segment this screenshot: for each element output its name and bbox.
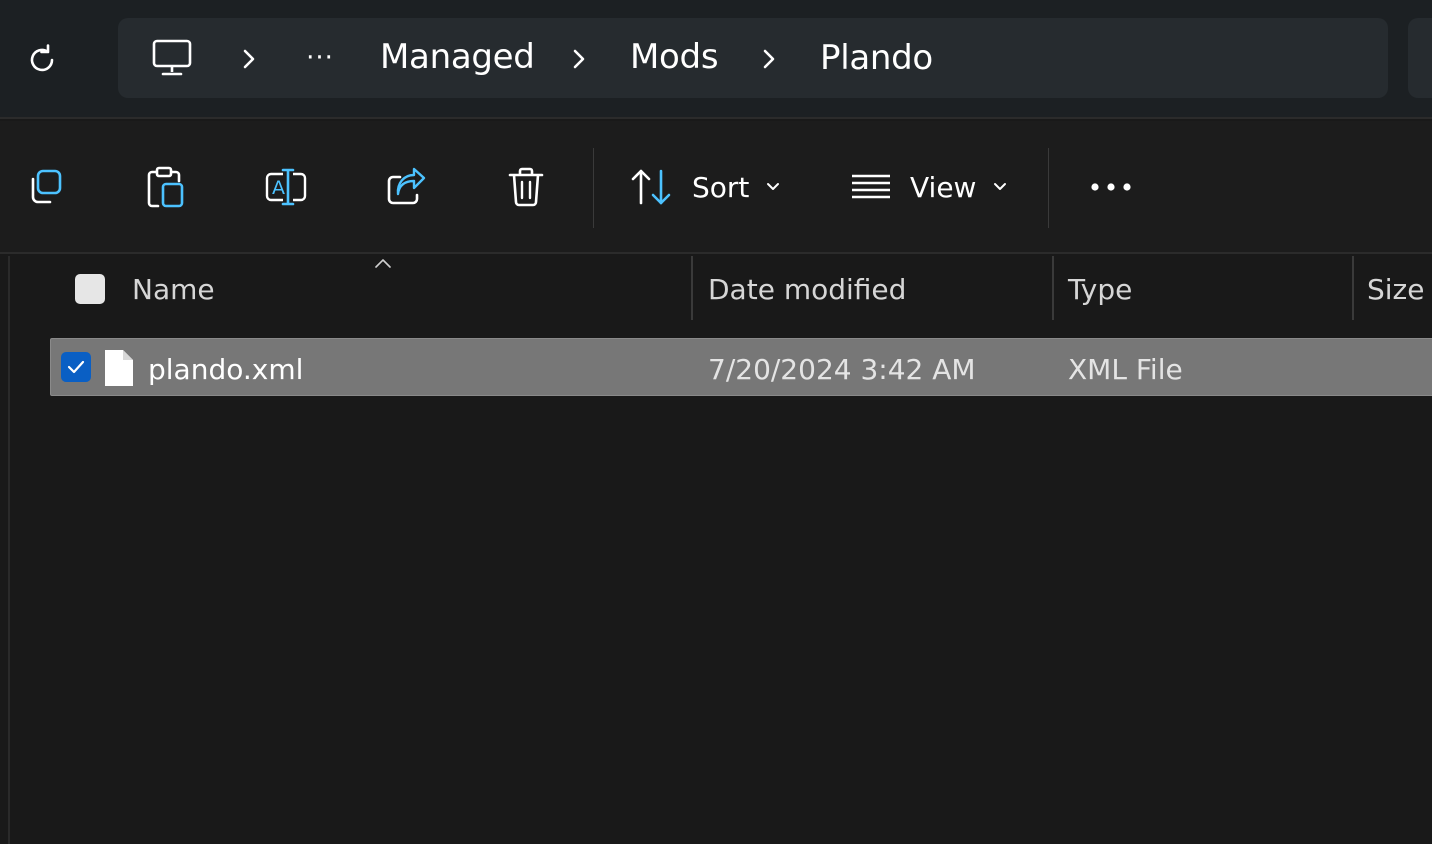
column-header-size[interactable]: Size xyxy=(1367,272,1424,308)
delete-button[interactable] xyxy=(504,165,548,209)
chevron-right-icon xyxy=(243,49,255,69)
view-label: View xyxy=(910,170,977,204)
file-type: XML File xyxy=(1068,353,1183,386)
share-button[interactable] xyxy=(384,165,428,209)
file-explorer-window: ··· Managed Mods Plando A Sort View Name… xyxy=(0,0,1432,844)
view-list-icon xyxy=(852,174,890,199)
column-resize-handle[interactable] xyxy=(691,256,693,320)
breadcrumb-item-plando[interactable]: Plando xyxy=(820,36,933,80)
breadcrumb-chevron-icon[interactable] xyxy=(754,44,784,74)
more-options-button[interactable] xyxy=(1088,165,1134,209)
breadcrumb-item-mods[interactable]: Mods xyxy=(630,35,719,79)
rename-button[interactable]: A xyxy=(264,165,308,209)
paste-button[interactable] xyxy=(144,165,188,209)
chevron-right-icon xyxy=(573,49,585,69)
column-header-date-modified[interactable]: Date modified xyxy=(708,272,906,308)
file-list-pane: Name Date modified Type Size plando.xml … xyxy=(0,256,1432,844)
more-icon xyxy=(1091,183,1131,191)
view-button[interactable]: View xyxy=(850,163,1008,211)
refresh-button[interactable] xyxy=(20,38,64,82)
breadcrumb-chevron-icon[interactable] xyxy=(564,44,594,74)
command-separator xyxy=(593,148,594,228)
file-name: plando.xml xyxy=(148,353,304,386)
this-pc-button[interactable] xyxy=(148,34,196,82)
search-box[interactable] xyxy=(1408,18,1432,98)
chevron-right-icon xyxy=(763,49,775,69)
checkmark-icon xyxy=(67,360,85,374)
chevron-down-icon xyxy=(765,181,781,193)
breadcrumb-overflow-button[interactable]: ··· xyxy=(296,38,344,78)
row-checkbox[interactable] xyxy=(61,352,91,382)
breadcrumb[interactable]: ··· Managed Mods Plando xyxy=(118,18,1388,98)
select-all-checkbox[interactable] xyxy=(75,274,105,304)
file-date-modified: 7/20/2024 3:42 AM xyxy=(708,353,976,386)
file-row-selected[interactable]: plando.xml 7/20/2024 3:42 AM XML File xyxy=(50,338,1432,396)
sort-icon xyxy=(631,169,671,205)
column-header-name[interactable]: Name xyxy=(132,272,215,308)
overflow-label: ··· xyxy=(306,43,334,73)
paste-icon xyxy=(147,166,184,208)
column-resize-handle[interactable] xyxy=(1352,256,1354,320)
address-bar: ··· Managed Mods Plando xyxy=(0,0,1432,119)
copy-button[interactable] xyxy=(24,165,68,209)
column-header-row: Name Date modified Type Size xyxy=(0,256,1432,336)
trash-icon xyxy=(508,167,544,207)
sort-button[interactable]: Sort xyxy=(630,163,781,211)
command-separator xyxy=(1048,148,1049,228)
column-resize-handle[interactable] xyxy=(1052,256,1054,320)
rename-icon: A xyxy=(265,168,307,206)
refresh-icon xyxy=(30,44,54,72)
sort-ascending-icon xyxy=(375,259,391,268)
monitor-icon xyxy=(152,39,192,76)
svg-text:A: A xyxy=(272,177,285,199)
share-icon xyxy=(387,167,426,205)
breadcrumb-chevron-icon[interactable] xyxy=(234,44,264,74)
file-icon xyxy=(105,350,133,386)
chevron-down-icon xyxy=(992,181,1008,193)
pane-divider[interactable] xyxy=(8,256,10,844)
copy-icon xyxy=(31,169,62,204)
column-header-type[interactable]: Type xyxy=(1068,272,1132,308)
command-bar: A Sort View xyxy=(0,121,1432,254)
breadcrumb-item-managed[interactable]: Managed xyxy=(380,35,535,79)
sort-label: Sort xyxy=(692,170,750,204)
